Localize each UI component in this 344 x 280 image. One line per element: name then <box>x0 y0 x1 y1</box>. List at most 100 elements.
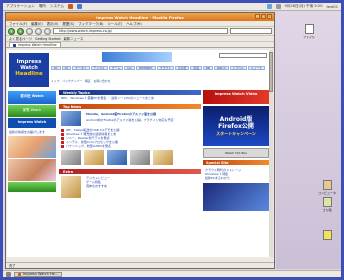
bookmark-most-visited[interactable]: よく見るページ <box>9 36 32 41</box>
menu-history[interactable]: 履歴(S) <box>63 21 75 26</box>
right-ad-banner[interactable] <box>203 183 269 211</box>
header-link[interactable]: トップ <box>51 79 59 84</box>
window-titlebar[interactable]: Impress Watch Headline - Mozilla Firefox… <box>6 13 274 21</box>
watch-banner[interactable]: 窓の杜 Watch <box>8 91 56 104</box>
impress-watch-banner[interactable]: Impress Watch <box>8 118 56 128</box>
site-tab[interactable]: トラベル <box>229 66 247 70</box>
weekly-topics-text[interactable]: NEC、Windows 7 搭載PCを発表 ／ 最新ノートPCのニュースまとめ <box>59 95 201 101</box>
page-scrollbar[interactable] <box>269 50 273 257</box>
green-banner[interactable]: 家電 Watch <box>8 105 56 117</box>
site-tab[interactable]: 窓の杜 <box>174 66 190 70</box>
close-icon[interactable]: × <box>267 14 272 19</box>
search-input[interactable] <box>230 28 272 34</box>
site-logo[interactable]: Impress Watch Headline <box>9 53 49 87</box>
navigation-toolbar: ‹ › ↻ × ⌂ http://www.watch.impress.co.jp… <box>6 27 274 36</box>
back-icon[interactable]: ‹ <box>8 27 15 35</box>
list-item[interactable]: 週末のおすすめ <box>84 184 199 188</box>
forward-icon[interactable]: › <box>17 27 24 35</box>
applications-menu[interactable]: アプリケーション <box>6 4 35 9</box>
red-promo-banner[interactable]: Impress Watch Video <box>203 90 269 104</box>
site-tab[interactable]: INTERNET <box>135 66 156 70</box>
android-promo-banner[interactable]: Android版 Firefox公開 スタートキャンペーン <box>203 106 269 146</box>
site-header: Impress Watch Headline PC AV ケータイ デジカメ ゲ… <box>7 50 269 88</box>
news-thumbnail[interactable] <box>61 150 81 165</box>
desktop-file-icon[interactable]: ファイル <box>298 24 320 39</box>
site-tab[interactable]: Car <box>124 66 135 70</box>
top-news-thumbnail[interactable] <box>61 111 81 126</box>
extra-thumbnail[interactable] <box>61 176 81 198</box>
menu-help[interactable]: ヘルプ(H) <box>126 21 141 26</box>
maximize-icon[interactable]: □ <box>261 14 266 19</box>
places-menu[interactable]: 場所 <box>39 4 46 9</box>
header-links: トップ バックナンバー 購読 お問い合わせ <box>51 79 269 84</box>
panel-user[interactable]: test01 <box>327 5 338 9</box>
header-banner[interactable] <box>102 52 172 62</box>
status-text: 完了 <box>9 264 16 268</box>
bullet-icon <box>61 140 64 144</box>
minimize-icon[interactable]: _ <box>255 14 260 19</box>
page-content: Impress Watch Headline PC AV ケータイ デジカメ ゲ… <box>7 50 273 257</box>
site-tab[interactable]: ケータイ <box>72 66 90 70</box>
volume-icon[interactable] <box>275 4 281 9</box>
hotbox-banner[interactable]: Watch Hot Box <box>203 148 269 158</box>
header-link[interactable]: お問い合わせ <box>94 79 111 84</box>
network-icon[interactable] <box>266 4 272 9</box>
site-tab[interactable]: クラウド <box>156 66 174 70</box>
site-tab[interactable]: ゲーム <box>108 66 124 70</box>
tab-impress-watch[interactable]: Impress Watch Headline <box>9 42 61 47</box>
taskbar-window-button[interactable]: Impress Watch He... <box>14 271 63 277</box>
header-link[interactable]: バックナンバー <box>62 79 82 84</box>
site-tab[interactable]: AV <box>61 66 72 70</box>
bookmark-latest-news[interactable]: 最新ニュース <box>64 36 84 41</box>
news-thumbnail[interactable] <box>153 150 173 165</box>
show-desktop-icon[interactable] <box>6 271 11 277</box>
desktop-checkmark-icon[interactable] <box>316 230 338 241</box>
stop-icon[interactable]: × <box>35 27 42 35</box>
site-tab[interactable]: デジカメ <box>90 66 108 70</box>
news-thumbnail[interactable] <box>84 150 104 165</box>
scrollbar-thumb[interactable] <box>269 52 273 92</box>
site-tab[interactable]: Watch <box>213 66 229 70</box>
site-tab[interactable]: PC <box>51 66 61 70</box>
reload-icon[interactable]: ↻ <box>26 27 33 35</box>
news-thumbnail[interactable] <box>130 150 150 165</box>
menu-file[interactable]: ファイル(F) <box>9 21 27 26</box>
home-icon[interactable]: ⌂ <box>44 27 51 35</box>
list-item[interactable]: 最新PCまるわかり <box>205 176 267 180</box>
menu-view[interactable]: 表示(V) <box>47 21 59 26</box>
bookmark-getting-started[interactable]: Getting Started <box>35 37 61 41</box>
top-news-text: Android向けFirefoxのアルファ版を公開。プラグイン対応も予定 <box>86 118 174 122</box>
panel-clock[interactable]: 9月28日(月) 午後 5:20 <box>285 4 323 9</box>
menu-edit[interactable]: 編集(E) <box>31 21 43 26</box>
desktop-trash-icon[interactable]: ゴミ箱 <box>316 197 338 212</box>
special-site-header: Special Site <box>203 160 269 165</box>
menu-tools[interactable]: ツール(T) <box>107 21 122 26</box>
site-tab[interactable]: ニュース <box>247 66 265 70</box>
bullet-icon <box>61 136 64 140</box>
status-bar: 完了 <box>6 262 274 268</box>
site-tab[interactable]: 家電 <box>190 66 202 70</box>
site-search-input[interactable] <box>219 53 267 58</box>
bullet-icon <box>61 144 64 148</box>
promo-photo-2[interactable] <box>8 159 56 181</box>
firefox-icon <box>18 272 21 276</box>
desktop-computer-icon[interactable]: コンピュータ <box>316 180 338 195</box>
menu-bookmarks[interactable]: ブックマーク(B) <box>78 21 103 26</box>
bullet-icon <box>61 128 64 132</box>
system-menu[interactable]: システム <box>50 4 64 9</box>
url-bar[interactable]: http://www.watch.impress.co.jp/ <box>53 28 228 34</box>
mail-launcher-icon[interactable] <box>77 4 83 9</box>
site-nav-tabs: PC AV ケータイ デジカメ ゲーム Car INTERNET クラウド 窓の… <box>51 66 269 76</box>
bottom-left-banner[interactable] <box>8 182 56 192</box>
news-thumbnail[interactable] <box>107 150 127 165</box>
header-link[interactable]: 購読 <box>85 79 91 84</box>
firefox-launcher-icon[interactable] <box>68 4 74 9</box>
promo-photo[interactable] <box>8 136 56 158</box>
extra-row: デジカメレビュー ゲーム特集 週末のおすすめ <box>59 174 201 200</box>
left-caption[interactable]: 最新の情報をお届けします <box>8 129 56 135</box>
window-title: Impress Watch Headline - Mozilla Firefox <box>96 14 184 20</box>
center-column: Weekly Topics NEC、Windows 7 搭載PCを発表 ／ 最新… <box>59 90 201 257</box>
browser-window: Impress Watch Headline - Mozilla Firefox… <box>5 12 275 269</box>
right-column: Impress Watch Video Android版 Firefox公開 ス… <box>203 90 269 257</box>
site-tab[interactable]: BB <box>202 66 213 70</box>
